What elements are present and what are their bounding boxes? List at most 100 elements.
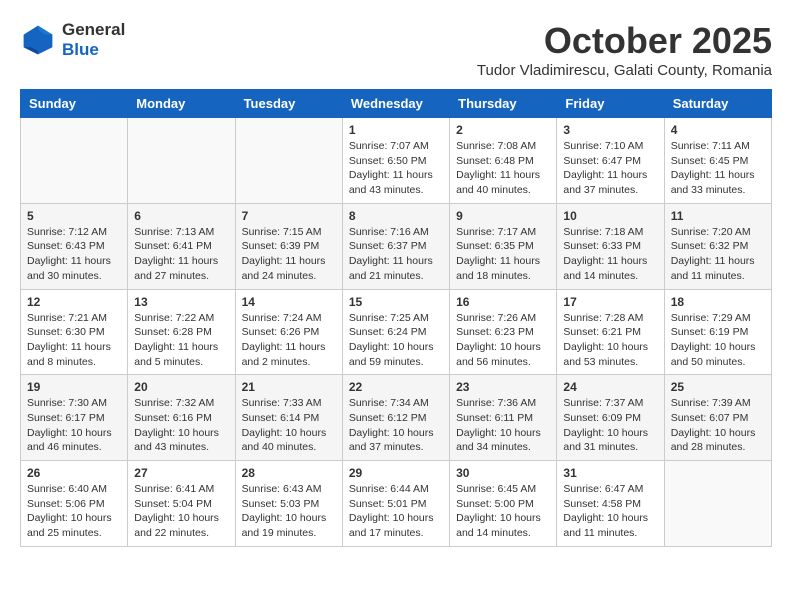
calendar-cell: 27 Sunrise: 6:41 AM Sunset: 5:04 PM Dayli… — [128, 461, 235, 547]
day-info: Sunrise: 6:47 AM Sunset: 4:58 PM Dayligh… — [563, 482, 657, 541]
subtitle: Tudor Vladimirescu, Galati County, Roman… — [477, 62, 772, 79]
weekday-header: Tuesday — [235, 90, 342, 118]
logo-icon — [20, 22, 56, 58]
day-number: 8 — [349, 209, 443, 223]
calendar-cell: 6 Sunrise: 7:13 AM Sunset: 6:41 PM Daylig… — [128, 203, 235, 289]
day-number: 27 — [134, 466, 228, 480]
day-info: Sunrise: 7:36 AM Sunset: 6:11 PM Dayligh… — [456, 396, 550, 455]
day-number: 9 — [456, 209, 550, 223]
day-info: Sunrise: 7:34 AM Sunset: 6:12 PM Dayligh… — [349, 396, 443, 455]
day-info: Sunrise: 7:25 AM Sunset: 6:24 PM Dayligh… — [349, 311, 443, 370]
calendar-cell: 5 Sunrise: 7:12 AM Sunset: 6:43 PM Daylig… — [21, 203, 128, 289]
calendar-cell: 18 Sunrise: 7:29 AM Sunset: 6:19 PM Dayli… — [664, 289, 771, 375]
day-info: Sunrise: 7:32 AM Sunset: 6:16 PM Dayligh… — [134, 396, 228, 455]
day-number: 23 — [456, 380, 550, 394]
day-number: 22 — [349, 380, 443, 394]
day-info: Sunrise: 7:21 AM Sunset: 6:30 PM Dayligh… — [27, 311, 121, 370]
day-number: 6 — [134, 209, 228, 223]
calendar-cell: 10 Sunrise: 7:18 AM Sunset: 6:33 PM Dayli… — [557, 203, 664, 289]
day-number: 21 — [242, 380, 336, 394]
calendar-cell: 30 Sunrise: 6:45 AM Sunset: 5:00 PM Dayli… — [450, 461, 557, 547]
weekday-header: Friday — [557, 90, 664, 118]
day-info: Sunrise: 7:28 AM Sunset: 6:21 PM Dayligh… — [563, 311, 657, 370]
day-number: 15 — [349, 295, 443, 309]
day-info: Sunrise: 7:17 AM Sunset: 6:35 PM Dayligh… — [456, 225, 550, 284]
day-number: 19 — [27, 380, 121, 394]
day-info: Sunrise: 7:20 AM Sunset: 6:32 PM Dayligh… — [671, 225, 765, 284]
day-info: Sunrise: 7:12 AM Sunset: 6:43 PM Dayligh… — [27, 225, 121, 284]
day-number: 24 — [563, 380, 657, 394]
calendar-cell: 12 Sunrise: 7:21 AM Sunset: 6:30 PM Dayli… — [21, 289, 128, 375]
day-info: Sunrise: 7:37 AM Sunset: 6:09 PM Dayligh… — [563, 396, 657, 455]
weekday-header: Thursday — [450, 90, 557, 118]
weekday-header: Monday — [128, 90, 235, 118]
day-number: 13 — [134, 295, 228, 309]
calendar-cell: 14 Sunrise: 7:24 AM Sunset: 6:26 PM Dayli… — [235, 289, 342, 375]
calendar-cell — [21, 118, 128, 204]
day-info: Sunrise: 7:07 AM Sunset: 6:50 PM Dayligh… — [349, 139, 443, 198]
day-number: 26 — [27, 466, 121, 480]
calendar-week-row: 5 Sunrise: 7:12 AM Sunset: 6:43 PM Daylig… — [21, 203, 772, 289]
calendar-cell: 13 Sunrise: 7:22 AM Sunset: 6:28 PM Dayli… — [128, 289, 235, 375]
calendar-cell: 8Sunrise: 7:16 AM Sunset: 6:37 PM Daylig… — [342, 203, 449, 289]
day-info: Sunrise: 7:33 AM Sunset: 6:14 PM Dayligh… — [242, 396, 336, 455]
calendar-cell: 15 Sunrise: 7:25 AM Sunset: 6:24 PM Dayli… — [342, 289, 449, 375]
day-number: 5 — [27, 209, 121, 223]
day-number: 17 — [563, 295, 657, 309]
day-info: Sunrise: 7:22 AM Sunset: 6:28 PM Dayligh… — [134, 311, 228, 370]
calendar-week-row: 26 Sunrise: 6:40 AM Sunset: 5:06 PM Dayli… — [21, 461, 772, 547]
day-number: 11 — [671, 209, 765, 223]
day-number: 25 — [671, 380, 765, 394]
day-number: 7 — [242, 209, 336, 223]
calendar-cell: 11 Sunrise: 7:20 AM Sunset: 6:32 PM Dayli… — [664, 203, 771, 289]
day-number: 30 — [456, 466, 550, 480]
calendar-cell: 4Sunrise: 7:11 AM Sunset: 6:45 PM Daylig… — [664, 118, 771, 204]
calendar-cell: 20Sunrise: 7:32 AM Sunset: 6:16 PM Dayli… — [128, 375, 235, 461]
day-info: Sunrise: 6:41 AM Sunset: 5:04 PM Dayligh… — [134, 482, 228, 541]
calendar-cell: 25Sunrise: 7:39 AM Sunset: 6:07 PM Dayli… — [664, 375, 771, 461]
day-number: 1 — [349, 123, 443, 137]
calendar-cell: 9 Sunrise: 7:17 AM Sunset: 6:35 PM Daylig… — [450, 203, 557, 289]
day-info: Sunrise: 7:18 AM Sunset: 6:33 PM Dayligh… — [563, 225, 657, 284]
calendar-cell: 28 Sunrise: 6:43 AM Sunset: 5:03 PM Dayli… — [235, 461, 342, 547]
day-info: Sunrise: 7:26 AM Sunset: 6:23 PM Dayligh… — [456, 311, 550, 370]
day-info: Sunrise: 7:10 AM Sunset: 6:47 PM Dayligh… — [563, 139, 657, 198]
month-title: October 2025 — [477, 20, 772, 62]
weekday-header: Saturday — [664, 90, 771, 118]
day-number: 3 — [563, 123, 657, 137]
day-info: Sunrise: 6:40 AM Sunset: 5:06 PM Dayligh… — [27, 482, 121, 541]
day-number: 2 — [456, 123, 550, 137]
day-info: Sunrise: 7:29 AM Sunset: 6:19 PM Dayligh… — [671, 311, 765, 370]
calendar-cell: 7Sunrise: 7:15 AM Sunset: 6:39 PM Daylig… — [235, 203, 342, 289]
calendar-cell: 19 Sunrise: 7:30 AM Sunset: 6:17 PM Dayli… — [21, 375, 128, 461]
day-info: Sunrise: 7:13 AM Sunset: 6:41 PM Dayligh… — [134, 225, 228, 284]
calendar-cell: 2Sunrise: 7:08 AM Sunset: 6:48 PM Daylig… — [450, 118, 557, 204]
day-info: Sunrise: 6:45 AM Sunset: 5:00 PM Dayligh… — [456, 482, 550, 541]
day-number: 4 — [671, 123, 765, 137]
title-block: October 2025 Tudor Vladimirescu, Galati … — [477, 20, 772, 79]
calendar-cell — [664, 461, 771, 547]
weekday-header: Wednesday — [342, 90, 449, 118]
day-info: Sunrise: 6:43 AM Sunset: 5:03 PM Dayligh… — [242, 482, 336, 541]
day-number: 29 — [349, 466, 443, 480]
calendar-cell: 1 Sunrise: 7:07 AM Sunset: 6:50 PM Daylig… — [342, 118, 449, 204]
day-number: 10 — [563, 209, 657, 223]
calendar-cell: 23 Sunrise: 7:36 AM Sunset: 6:11 PM Dayli… — [450, 375, 557, 461]
day-info: Sunrise: 7:30 AM Sunset: 6:17 PM Dayligh… — [27, 396, 121, 455]
day-number: 14 — [242, 295, 336, 309]
calendar-cell: 24 Sunrise: 7:37 AM Sunset: 6:09 PM Dayli… — [557, 375, 664, 461]
calendar-cell: 17 Sunrise: 7:28 AM Sunset: 6:21 PM Dayli… — [557, 289, 664, 375]
calendar-cell: 31 Sunrise: 6:47 AM Sunset: 4:58 PM Dayli… — [557, 461, 664, 547]
day-number: 31 — [563, 466, 657, 480]
logo: General Blue — [20, 20, 125, 61]
day-info: Sunrise: 7:24 AM Sunset: 6:26 PM Dayligh… — [242, 311, 336, 370]
weekday-header: Sunday — [21, 90, 128, 118]
day-number: 28 — [242, 466, 336, 480]
day-number: 12 — [27, 295, 121, 309]
calendar-header-row: SundayMondayTuesdayWednesdayThursdayFrid… — [21, 90, 772, 118]
calendar-cell: 3 Sunrise: 7:10 AM Sunset: 6:47 PM Daylig… — [557, 118, 664, 204]
day-number: 18 — [671, 295, 765, 309]
calendar-table: SundayMondayTuesdayWednesdayThursdayFrid… — [20, 89, 772, 547]
calendar-cell: 26 Sunrise: 6:40 AM Sunset: 5:06 PM Dayli… — [21, 461, 128, 547]
logo-general: General — [62, 20, 125, 40]
